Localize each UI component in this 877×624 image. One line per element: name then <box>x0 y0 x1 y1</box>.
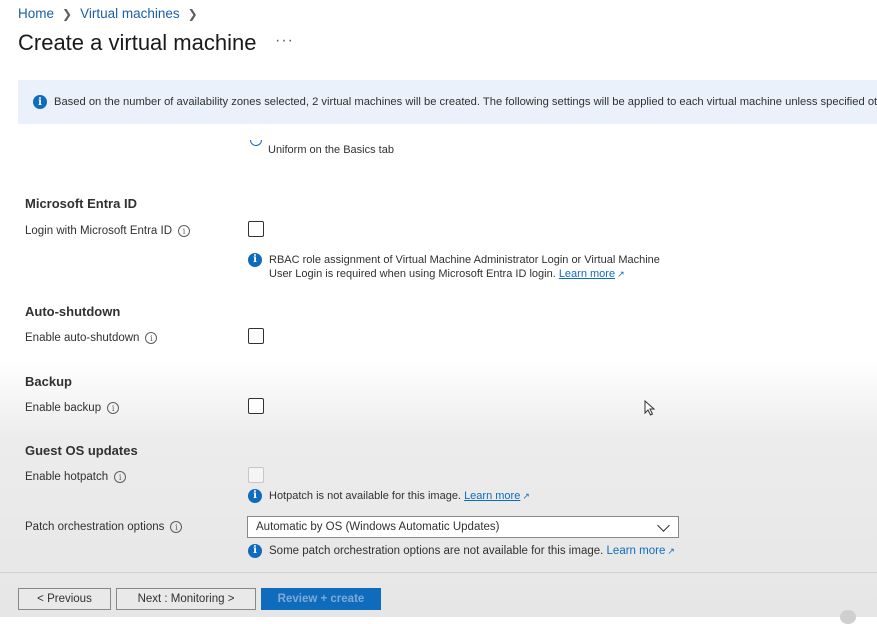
hotpatch-label-text: Enable hotpatch <box>25 471 109 483</box>
hotpatch-learn-more-link[interactable]: Learn more <box>464 490 520 502</box>
radio-button[interactable] <box>250 140 262 146</box>
section-heading-backup: Backup <box>25 374 72 389</box>
info-banner: i Based on the number of availability zo… <box>18 80 877 124</box>
info-icon: i <box>248 253 262 267</box>
patch-learn-more-link[interactable]: Learn more <box>607 545 666 557</box>
breadcrumb-virtual-machines-link[interactable]: Virtual machines <box>80 6 180 21</box>
entra-learn-more-link[interactable]: Learn more <box>559 268 615 280</box>
page-title: Create a virtual machine <box>18 30 257 55</box>
login-entra-checkbox[interactable] <box>248 221 264 237</box>
entra-info-note: i RBAC role assignment of Virtual Machin… <box>248 253 660 281</box>
more-icon[interactable]: ··· <box>275 32 294 50</box>
chevron-right-icon: ❯ <box>62 6 73 21</box>
section-heading-entra: Microsoft Entra ID <box>25 196 137 211</box>
backup-checkbox[interactable] <box>248 398 264 414</box>
backup-label: Enable backup i <box>25 402 120 414</box>
info-icon: i <box>33 95 47 109</box>
tooltip-icon[interactable]: i <box>178 225 191 237</box>
tooltip-icon[interactable]: i <box>114 471 127 483</box>
entra-note-line1: RBAC role assignment of Virtual Machine … <box>269 254 660 266</box>
tooltip-icon[interactable]: i <box>145 332 158 344</box>
login-entra-label: Login with Microsoft Entra ID i <box>25 225 191 237</box>
review-create-button[interactable]: Review + create <box>261 588 381 610</box>
breadcrumb: Home ❯ Virtual machines ❯ <box>18 6 198 21</box>
scroll-indicator[interactable] <box>840 610 856 624</box>
chevron-right-icon: ❯ <box>187 6 198 21</box>
breadcrumb-home-link[interactable]: Home <box>18 6 54 21</box>
patch-note-text: Some patch orchestration options are not… <box>269 545 604 557</box>
patch-orchestration-value: Automatic by OS (Windows Automatic Updat… <box>256 521 500 533</box>
external-link-icon: ↗ <box>617 269 625 279</box>
autoshutdown-label: Enable auto-shutdown i <box>25 332 158 344</box>
backup-label-text: Enable backup <box>25 402 102 414</box>
external-link-icon: ↗ <box>667 546 675 556</box>
patch-orchestration-dropdown[interactable]: Automatic by OS (Windows Automatic Updat… <box>247 516 679 538</box>
patch-info-note: i Some patch orchestration options are n… <box>248 544 675 558</box>
section-heading-autoshutdown: Auto-shutdown <box>25 304 121 319</box>
next-monitoring-button[interactable]: Next : Monitoring > <box>116 588 256 610</box>
tooltip-icon[interactable]: i <box>170 521 183 533</box>
external-link-icon: ↗ <box>522 491 530 501</box>
login-entra-label-text: Login with Microsoft Entra ID <box>25 225 173 237</box>
chevron-down-icon <box>657 518 670 532</box>
section-heading-guest-os: Guest OS updates <box>25 443 138 458</box>
info-icon: i <box>248 544 262 558</box>
autoshutdown-label-text: Enable auto-shutdown <box>25 332 140 344</box>
hotpatch-note-text: Hotpatch is not available for this image… <box>269 490 461 502</box>
hotpatch-info-note: i Hotpatch is not available for this ima… <box>248 489 530 503</box>
option-text: Uniform on the Basics tab <box>268 144 394 156</box>
tooltip-icon[interactable]: i <box>107 402 120 414</box>
banner-text: Based on the number of availability zone… <box>54 96 877 108</box>
hotpatch-checkbox[interactable] <box>248 467 264 483</box>
entra-note-line2: User Login is required when using Micros… <box>269 268 556 280</box>
mouse-cursor-icon <box>644 400 656 416</box>
hotpatch-label: Enable hotpatch i <box>25 471 127 483</box>
patch-orchestration-label: Patch orchestration options i <box>25 521 183 533</box>
autoshutdown-checkbox[interactable] <box>248 328 264 344</box>
previous-button[interactable]: < Previous <box>18 588 111 610</box>
patch-orchestration-label-text: Patch orchestration options <box>25 521 165 533</box>
info-icon: i <box>248 489 262 503</box>
